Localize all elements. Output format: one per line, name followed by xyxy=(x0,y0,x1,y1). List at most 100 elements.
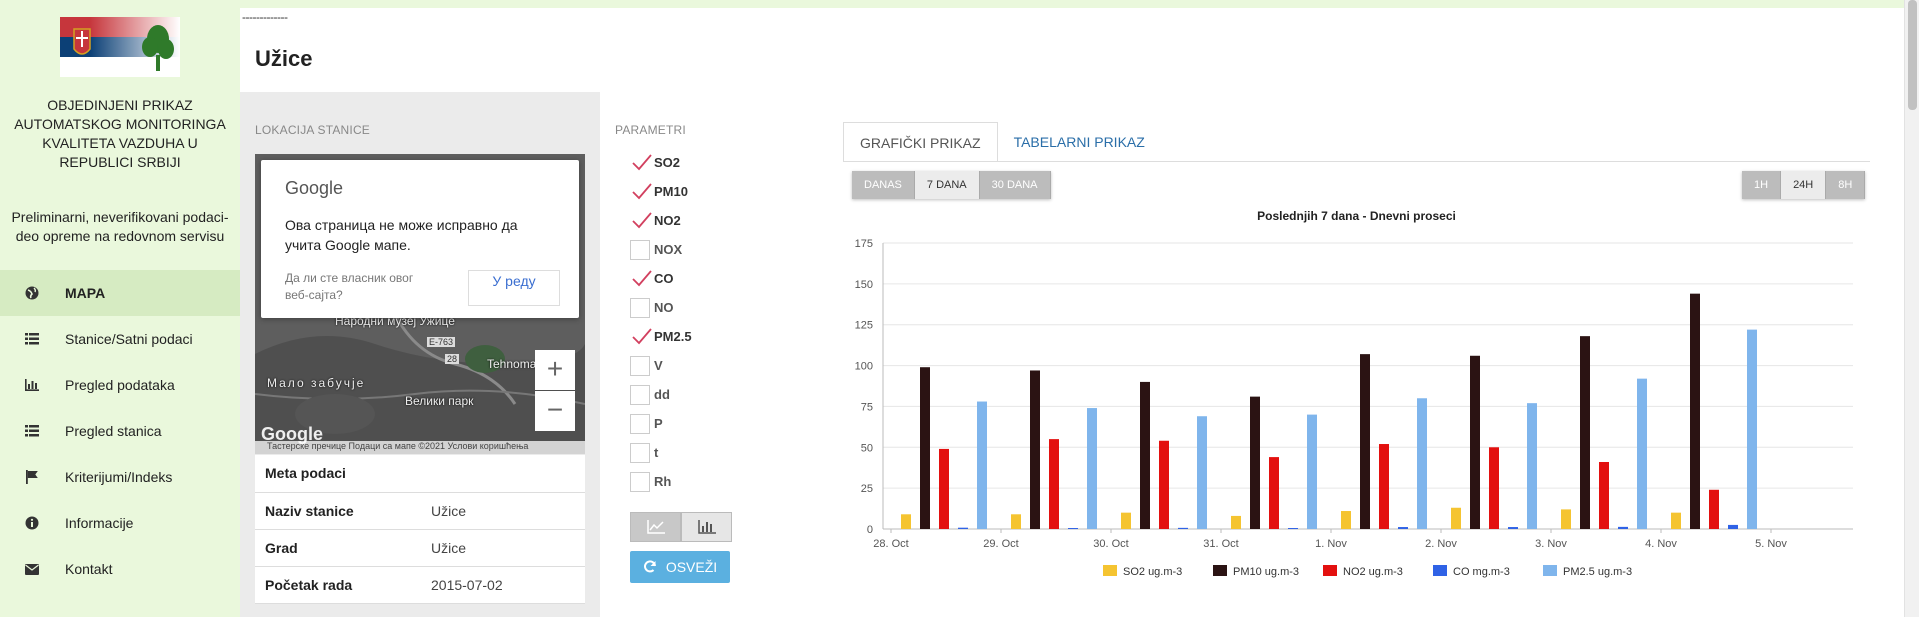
map-label-park: Велики парк xyxy=(405,394,474,408)
parameter-nox[interactable]: NOX xyxy=(630,235,692,264)
sidebar: OBJEDINJENI PRIKAZ AUTOMATSKOG MONITORIN… xyxy=(0,0,240,617)
map-error-dialog: Google Ова страница не може исправно да … xyxy=(261,160,579,318)
tab-graficki[interactable]: GRAFIČKI PRIKAZ xyxy=(843,122,998,162)
sidebar-item-label: Kriterijumi/Indeks xyxy=(65,469,173,485)
parameter-dd[interactable]: dd xyxy=(630,380,692,409)
bar-no2 xyxy=(1049,439,1059,529)
sidebar-item-stanice[interactable]: Stanice/Satni podaci xyxy=(0,316,240,362)
scrollbar-thumb[interactable] xyxy=(1908,0,1917,110)
parameter-v[interactable]: V xyxy=(630,351,692,380)
location-label: LOKACIJA STANICE xyxy=(255,123,371,137)
meta-row: Početak rada 2015-07-02 xyxy=(255,567,585,604)
parameter-label: V xyxy=(654,358,663,373)
bar-pm10 xyxy=(1690,293,1700,529)
parameter-co[interactable]: CO xyxy=(630,264,692,293)
parameter-rh[interactable]: Rh xyxy=(630,467,692,496)
envelope-icon xyxy=(22,559,42,579)
serbia-logo xyxy=(60,17,180,77)
chart-title: Poslednjih 7 dana - Dnevni proseci xyxy=(1257,209,1456,223)
checkbox-checked[interactable] xyxy=(630,153,652,173)
legend-swatch xyxy=(1323,565,1337,576)
meta-row: Naziv stanice Užice xyxy=(255,493,585,530)
checkbox[interactable] xyxy=(630,471,650,492)
range-30-dana-button[interactable]: 30 DANA xyxy=(979,171,1051,199)
parameter-label: NO xyxy=(654,300,674,315)
x-tick-label: 3. Nov xyxy=(1535,538,1567,550)
top-strip xyxy=(240,0,1904,8)
interval-1h-button[interactable]: 1H xyxy=(1742,171,1782,199)
checkbox[interactable] xyxy=(630,384,650,405)
map-road-badge: E-763 xyxy=(427,337,456,347)
chart-type-toggle xyxy=(630,512,733,542)
sidebar-item-label: Pregled podataka xyxy=(65,377,175,393)
bar-no2 xyxy=(939,448,949,529)
bar-pm10 xyxy=(920,367,930,529)
checkbox-checked[interactable] xyxy=(630,182,652,202)
bar-so2 xyxy=(1671,512,1681,529)
x-tick-label: 1. Nov xyxy=(1315,538,1347,550)
sidebar-item-kontakt[interactable]: Kontakt xyxy=(0,546,240,592)
range-danas-button[interactable]: DANAS xyxy=(852,171,915,199)
bar-pm25 xyxy=(1417,398,1427,529)
checkbox[interactable] xyxy=(630,442,650,463)
bar-pm25 xyxy=(977,401,987,529)
x-tick-label: 28. Oct xyxy=(873,538,908,550)
legend-swatch xyxy=(1433,565,1447,576)
bar-chart-button[interactable] xyxy=(681,512,732,542)
parameter-no2[interactable]: NO2 xyxy=(630,206,692,235)
page-scrollbar[interactable] xyxy=(1904,0,1919,617)
bar-no2 xyxy=(1709,489,1719,529)
parameter-so2[interactable]: SO2 xyxy=(630,148,692,177)
sidebar-item-kriterijumi[interactable]: Kriterijumi/Indeks xyxy=(0,454,240,500)
parameter-pm10[interactable]: PM10 xyxy=(630,177,692,206)
bar-so2 xyxy=(1451,507,1461,529)
parameter-pm25[interactable]: PM2.5 xyxy=(630,322,692,351)
checkbox[interactable] xyxy=(630,355,650,376)
x-tick-label: 29. Oct xyxy=(983,538,1018,550)
tab-tabelarni[interactable]: TABELARNI PRIKAZ xyxy=(998,122,1161,162)
check-icon xyxy=(632,211,652,228)
parameter-no[interactable]: NO xyxy=(630,293,692,322)
bar-pm25 xyxy=(1747,329,1757,529)
map-road-badge: 28 xyxy=(445,354,460,364)
sidebar-item-mapa[interactable]: MAPA xyxy=(0,270,240,316)
legend-swatch xyxy=(1103,565,1117,576)
meta-value: 2015-07-02 xyxy=(431,577,503,593)
parameter-p[interactable]: P xyxy=(630,409,692,438)
x-tick-label: 2. Nov xyxy=(1425,538,1457,550)
bar-co xyxy=(1618,526,1628,529)
bar-pm25 xyxy=(1307,414,1317,529)
checkbox-checked[interactable] xyxy=(630,269,652,289)
google-wordmark: Google xyxy=(285,178,344,198)
map-footer[interactable]: Тастерске пречице Подаци са мапе ©2021 У… xyxy=(255,441,585,454)
tabs-divider xyxy=(843,161,1870,162)
sidebar-item-pregled-stanica[interactable]: Pregled stanica xyxy=(0,408,240,454)
map-ok-button[interactable]: У реду xyxy=(468,270,560,306)
sidebar-item-informacije[interactable]: Informacije xyxy=(0,500,240,546)
interval-24h-button[interactable]: 24H xyxy=(1781,171,1827,199)
station-map[interactable]: Народни музеј Ужице Мало забучје Велики … xyxy=(255,154,585,454)
bar-no2 xyxy=(1379,444,1389,529)
sidebar-item-pregled-podataka[interactable]: Pregled podataka xyxy=(0,362,240,408)
range-7-dana-button[interactable]: 7 DANA xyxy=(914,171,980,199)
bar-co xyxy=(1398,527,1408,529)
checkbox[interactable] xyxy=(630,297,650,318)
refresh-button[interactable]: OSVEŽI xyxy=(630,551,730,583)
interval-8h-button[interactable]: 8H xyxy=(1826,171,1866,199)
line-chart-button[interactable] xyxy=(630,512,681,542)
checkbox-checked[interactable] xyxy=(630,327,652,347)
parameters-list: SO2 PM10 NO2 NOX CO NO PM2.5 Vdd Pt Rh xyxy=(630,148,692,496)
bar-chart-icon xyxy=(22,375,42,395)
checkbox[interactable] xyxy=(630,413,650,434)
checkbox[interactable] xyxy=(630,239,650,260)
parameter-t[interactable]: t xyxy=(630,438,692,467)
bar-co xyxy=(1178,527,1188,529)
y-tick-label: 0 xyxy=(867,524,873,536)
meta-row: Grad Užice xyxy=(255,530,585,567)
sidebar-item-label: Pregled stanica xyxy=(65,423,162,439)
zoom-out-button[interactable]: − xyxy=(535,391,575,431)
checkbox-checked[interactable] xyxy=(630,211,652,231)
sidebar-item-label: MAPA xyxy=(65,285,106,301)
line-chart-icon xyxy=(646,520,665,534)
zoom-in-button[interactable]: + xyxy=(535,350,575,390)
